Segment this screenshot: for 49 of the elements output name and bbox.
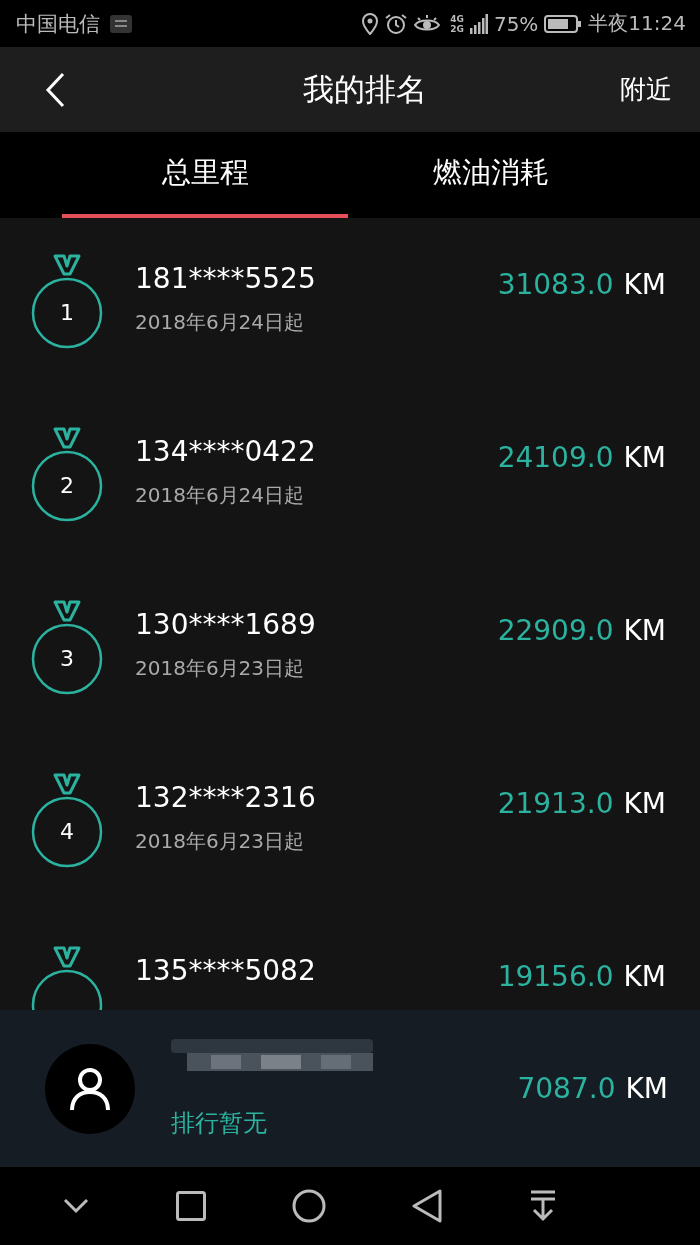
signal-icon xyxy=(469,13,488,34)
battery-icon xyxy=(544,14,583,33)
phone-number: 132****2316 xyxy=(135,781,317,814)
home-icon[interactable] xyxy=(291,1189,326,1223)
medal-icon xyxy=(31,773,103,869)
tab[interactable]: 总里程 xyxy=(62,132,348,218)
distance-value: 21913.0 xyxy=(497,787,614,820)
start-date: 2018年6月24日起 xyxy=(135,482,306,509)
app-badge-icon xyxy=(110,14,132,33)
battery-percent: 75% xyxy=(493,11,539,36)
distance-unit: KM xyxy=(623,268,666,301)
distance-unit: KM xyxy=(623,614,666,647)
rank-number: 1 xyxy=(59,300,75,325)
network-label: 4G xyxy=(450,13,464,24)
distance-unit: KM xyxy=(623,787,666,820)
back-icon[interactable] xyxy=(412,1189,443,1223)
rank-status: 排行暂无 xyxy=(171,1107,268,1139)
phone-number: 134****0422 xyxy=(135,435,317,468)
page-title: 我的排名 xyxy=(302,69,428,109)
pull-down-icon[interactable] xyxy=(528,1190,557,1222)
nearby-link[interactable]: 附近 xyxy=(620,72,672,107)
rank-number: 3 xyxy=(59,646,75,671)
distance-unit: KM xyxy=(623,960,666,993)
distance-unit: KM xyxy=(623,441,666,474)
rank-number: 4 xyxy=(59,819,75,844)
distance-value: 24109.0 xyxy=(497,441,614,474)
rank-number: 2 xyxy=(59,473,75,498)
distance-unit: KM xyxy=(625,1072,668,1105)
start-date: 2018年6月23日起 xyxy=(135,828,306,855)
collapse-icon[interactable] xyxy=(63,1198,90,1214)
phone-number: 181****5525 xyxy=(135,262,317,295)
location-icon xyxy=(362,12,379,35)
start-date: 2018年6月24日起 xyxy=(135,309,306,336)
clock-time: 半夜11:24 xyxy=(588,10,686,37)
tab[interactable]: 燃油消耗 xyxy=(348,132,634,218)
medal-icon xyxy=(31,254,103,350)
phone-number: 135****5082 xyxy=(135,954,317,987)
carrier-name: 中国电信 xyxy=(16,10,100,38)
distance-value: 7087.0 xyxy=(517,1072,616,1105)
distance-value: 31083.0 xyxy=(497,268,614,301)
alarm-icon xyxy=(384,12,409,35)
medal-icon xyxy=(31,600,103,696)
phone-number: 130****1689 xyxy=(135,608,317,641)
medal-icon xyxy=(31,427,103,523)
start-date: 2018年6月23日起 xyxy=(135,655,306,682)
distance-value: 22909.0 xyxy=(497,614,614,647)
distance-value: 19156.0 xyxy=(497,960,614,993)
network-label: 2G xyxy=(450,23,464,34)
recents-icon[interactable] xyxy=(175,1191,206,1221)
